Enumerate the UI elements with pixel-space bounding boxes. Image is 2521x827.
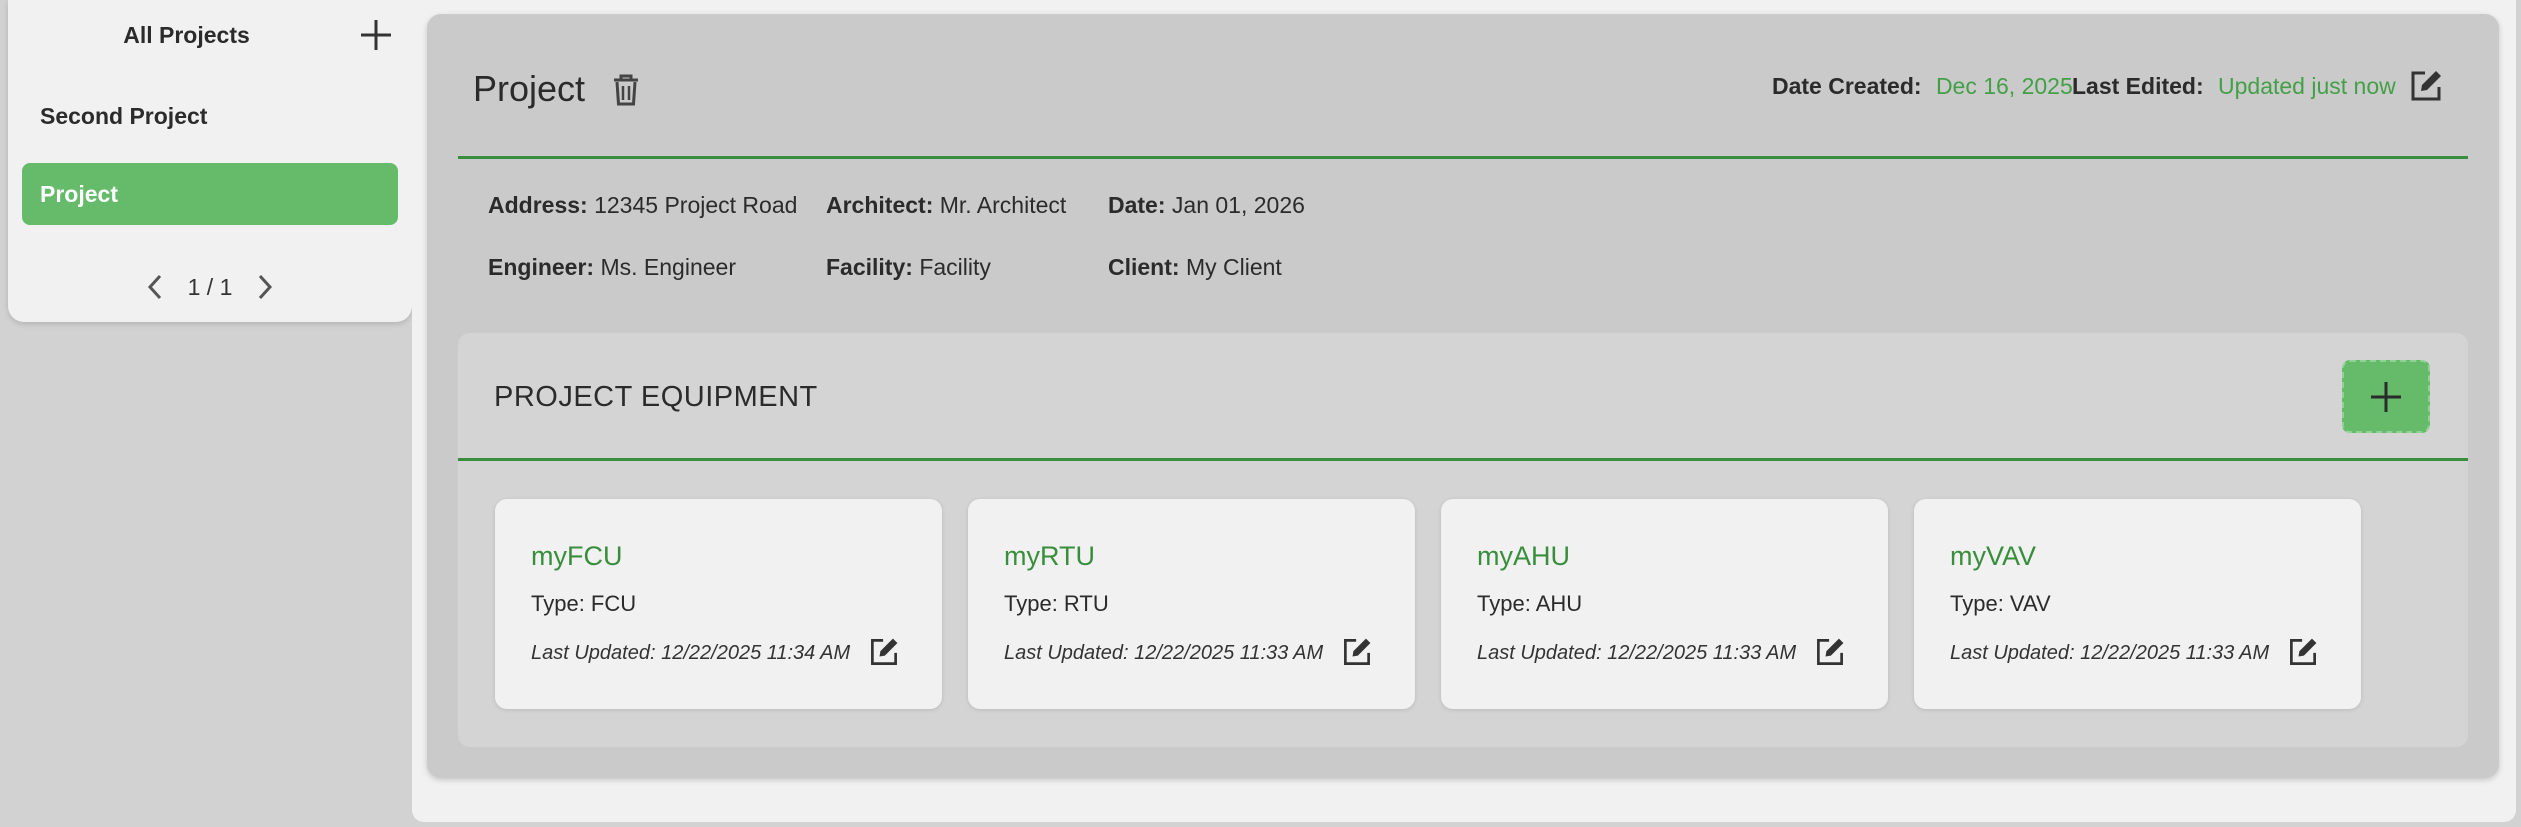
engineer-value: Ms. Engineer: [600, 254, 736, 280]
sidebar-item-label: Project: [40, 181, 118, 207]
edit-icon: [2290, 638, 2317, 665]
address-label: Address:: [488, 192, 588, 218]
client-label: Client:: [1108, 254, 1180, 280]
last-edited-value: Updated just now: [2218, 73, 2396, 99]
equipment-last-updated: Last Updated: 12/22/2025 11:33 AM: [1004, 642, 1324, 664]
edit-equipment-button[interactable]: [1813, 635, 1847, 669]
equipment-card: myFCU Type: FCU Last Updated: 12/22/2025…: [495, 499, 942, 709]
date-created-value: Dec 16, 2025: [1935, 73, 2073, 99]
plus-icon: [2371, 381, 2401, 412]
last-edited: Last Edited: Updated just now: [2072, 73, 2396, 100]
chevron-right-icon: [259, 274, 273, 300]
address-value: 12345 Project Road: [594, 192, 798, 218]
equipment-name-link[interactable]: myFCU: [531, 541, 622, 572]
equipment-last-updated: Last Updated: 12/22/2025 11:34 AM: [531, 642, 851, 664]
equipment-last-updated: Last Updated: 12/22/2025 11:33 AM: [1477, 642, 1797, 664]
address-info: Address: 12345 Project Road: [488, 192, 797, 219]
page-indicator: 1 / 1: [187, 273, 233, 300]
projects-sidebar: All Projects Second Project Project 1 / …: [8, 0, 412, 322]
client-value: My Client: [1185, 254, 1282, 280]
equipment-type: Type: VAV: [1950, 591, 2051, 616]
edit-icon: [2411, 71, 2441, 101]
sidebar-item-label: Second Project: [40, 103, 208, 129]
edit-project-button[interactable]: [2407, 67, 2445, 105]
equipment-card: myVAV Type: VAV Last Updated: 12/22/2025…: [1914, 499, 2361, 709]
date-created-label: Date Created:: [1772, 73, 1922, 99]
engineer-label: Engineer:: [488, 254, 595, 280]
equipment-type: Type: RTU: [1004, 591, 1109, 616]
edit-icon: [1817, 638, 1844, 665]
chevron-left-icon: [147, 274, 161, 300]
last-edited-label: Last Edited:: [2072, 73, 2204, 99]
plus-icon: [361, 20, 391, 50]
equipment-section-title: PROJECT EQUIPMENT: [494, 381, 818, 413]
add-equipment-button[interactable]: [2342, 360, 2430, 433]
edit-icon: [1344, 638, 1371, 665]
equipment-name-link[interactable]: myVAV: [1950, 541, 2036, 572]
edit-equipment-button[interactable]: [2286, 635, 2320, 669]
sidebar-item-project[interactable]: Project: [22, 163, 398, 225]
architect-label: Architect:: [826, 192, 934, 218]
equipment-type: Type: AHU: [1477, 591, 1583, 616]
facility-value: Facility: [919, 254, 991, 280]
trash-icon: [614, 74, 638, 106]
equipment-name-link[interactable]: myRTU: [1004, 541, 1095, 572]
facility-label: Facility:: [826, 254, 913, 280]
equipment-type: Type: FCU: [531, 591, 637, 616]
sidebar-item-second-project[interactable]: Second Project: [22, 85, 398, 147]
prev-page-button[interactable]: [140, 270, 170, 304]
date-value: Jan 01, 2026: [1171, 192, 1305, 218]
pagination: 1 / 1: [8, 270, 412, 304]
architect-info: Architect: Mr. Architect: [826, 192, 1066, 219]
edit-icon: [871, 638, 898, 665]
equipment-last-updated: Last Updated: 12/22/2025 11:33 AM: [1950, 642, 2270, 664]
equipment-divider: [458, 458, 2468, 461]
date-label: Date:: [1108, 192, 1166, 218]
edit-equipment-button[interactable]: [867, 635, 901, 669]
engineer-info: Engineer: Ms. Engineer: [488, 254, 736, 281]
equipment-name-link[interactable]: myAHU: [1477, 541, 1570, 572]
client-info: Client: My Client: [1108, 254, 1282, 281]
edit-equipment-button[interactable]: [1340, 635, 1374, 669]
facility-info: Facility: Facility: [826, 254, 991, 281]
page-title: Project: [473, 68, 586, 109]
add-project-button[interactable]: [356, 15, 396, 55]
date-info: Date: Jan 01, 2026: [1108, 192, 1305, 219]
date-created: Date Created: Dec 16, 2025: [1772, 73, 2073, 100]
delete-project-button[interactable]: [608, 70, 644, 110]
equipment-card: myRTU Type: RTU Last Updated: 12/22/2025…: [968, 499, 1415, 709]
equipment-card: myAHU Type: AHU Last Updated: 12/22/2025…: [1441, 499, 1888, 709]
architect-value: Mr. Architect: [939, 192, 1067, 218]
next-page-button[interactable]: [250, 270, 280, 304]
sidebar-title: All Projects: [123, 22, 250, 48]
header-divider: [458, 156, 2468, 159]
